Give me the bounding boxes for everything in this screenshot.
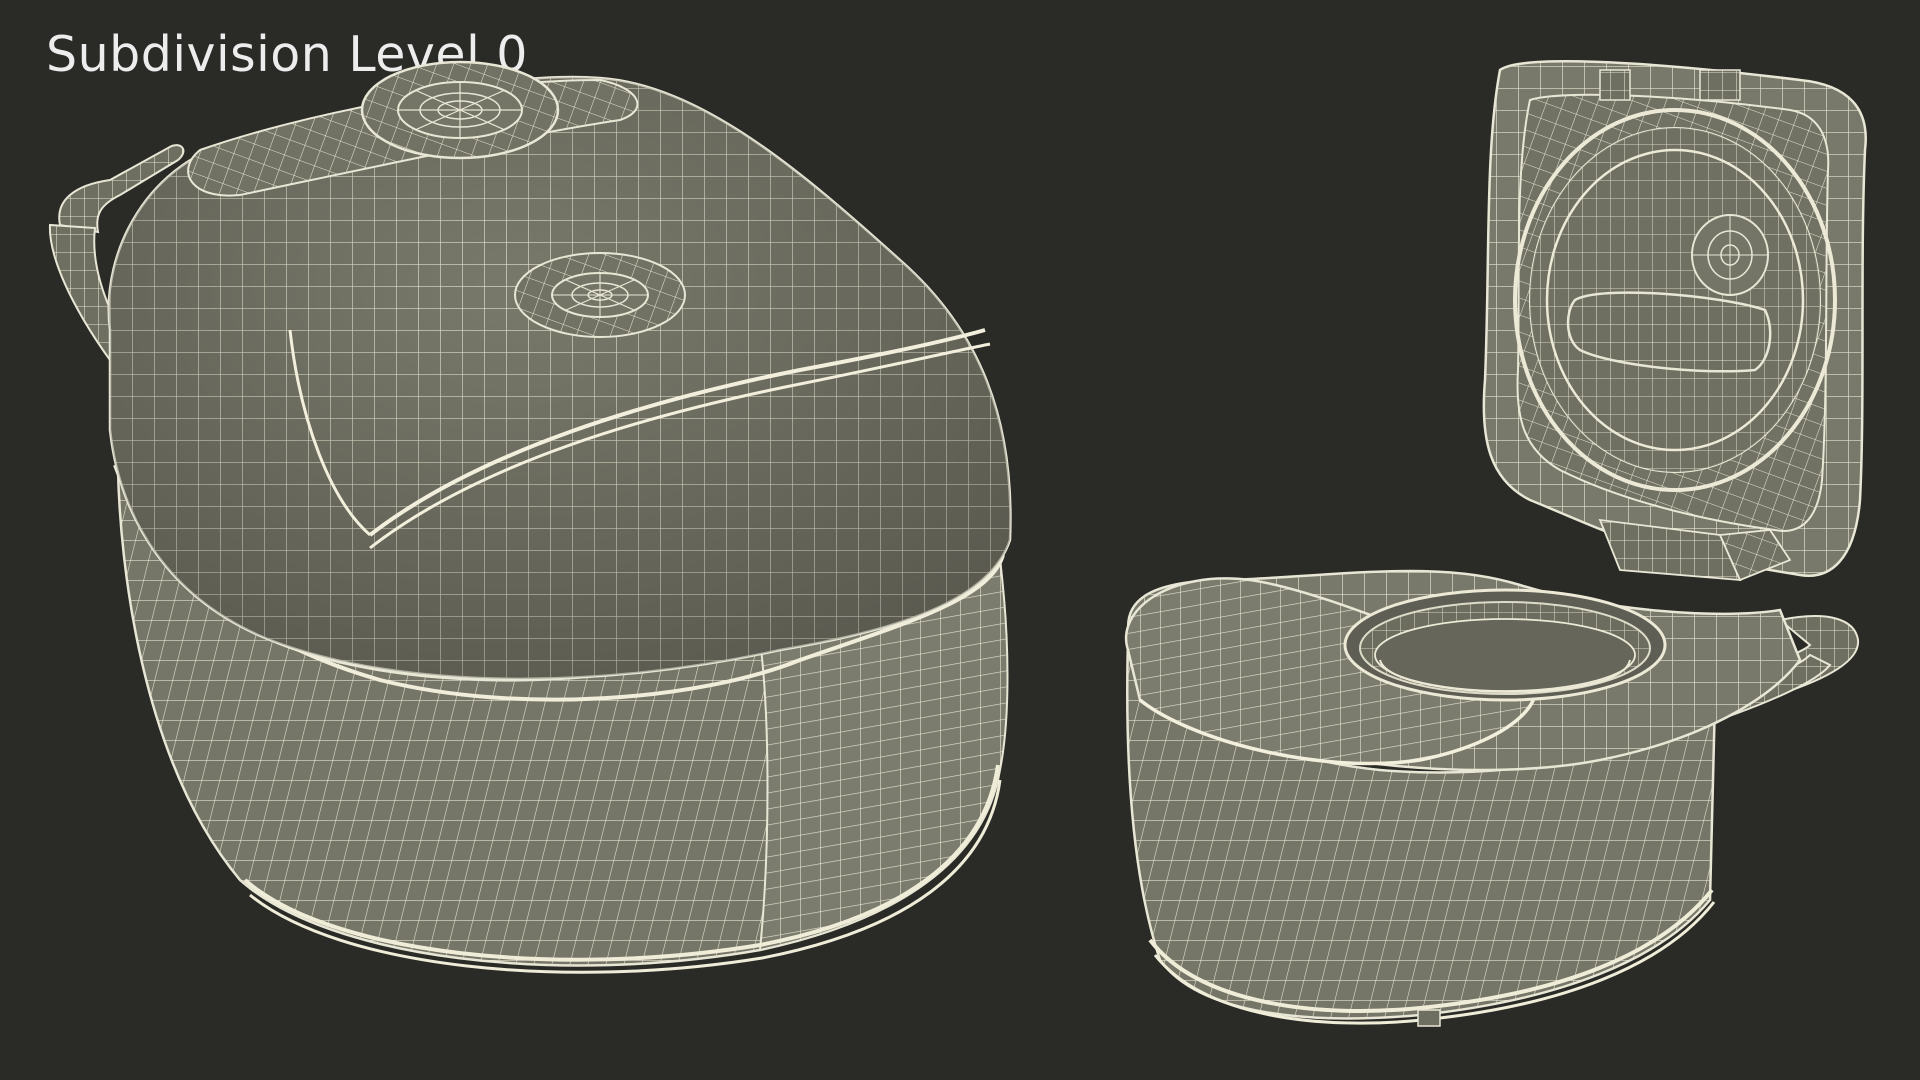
inner-lid-valve (1692, 215, 1768, 295)
steam-vent-top (362, 62, 558, 158)
lid-release-button (515, 253, 685, 337)
viewport: Subdivision Level 0 (0, 0, 1920, 1080)
rice-cooker-closed-model (50, 62, 1011, 972)
rice-cooker-open-model (1126, 61, 1866, 1026)
render-canvas (0, 0, 1920, 1080)
